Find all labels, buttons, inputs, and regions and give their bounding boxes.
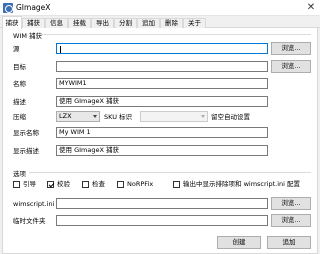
target-input[interactable] (56, 61, 268, 72)
tab-bar: 捕获 捕获 信息 挂载 导出 分割 追加 删除 关于 (0, 16, 320, 29)
source-input[interactable] (56, 43, 268, 54)
sku-label: SKU 标识 (104, 113, 133, 121)
wimscript-label: wimscript.ini (13, 200, 55, 208)
temp-folder-input[interactable] (56, 215, 268, 226)
checkbox-verify[interactable]: 校验 (47, 180, 87, 189)
checkbox-show-excludes-label: 输出中显示排除项和 wimscript.ini 配置 (183, 180, 300, 188)
tab-split[interactable]: 分割 (114, 18, 137, 28)
wimscript-input[interactable] (56, 198, 268, 209)
temp-folder-browse-button[interactable]: 浏览... (271, 214, 311, 227)
options-group-divider (29, 172, 311, 173)
wimscript-browse-button[interactable]: 浏览... (271, 197, 311, 210)
display-name-label: 显示名称 (13, 129, 39, 137)
app-icon (3, 3, 13, 13)
tab-delete[interactable]: 删除 (160, 18, 183, 28)
description-label: 描述 (13, 98, 26, 106)
display-description-label: 显示描述 (13, 147, 39, 155)
wim-group-title: WIM 捕获 (13, 32, 43, 40)
checkbox-norpfix-box[interactable] (117, 181, 124, 188)
checkbox-norpfix-label: NoRPFix (127, 180, 154, 188)
append-button[interactable]: 追加 (267, 236, 311, 249)
checkbox-check-box[interactable] (82, 181, 89, 188)
target-label: 目标 (13, 63, 26, 71)
tab-capture[interactable]: 捕获 (2, 16, 22, 29)
tab-export[interactable]: 导出 (91, 18, 114, 28)
target-browse-button[interactable]: 浏览... (271, 60, 311, 73)
display-name-input[interactable]: My WIM 1 (56, 127, 268, 138)
tab-append[interactable]: 追加 (137, 18, 160, 28)
tab-mount[interactable]: 挂载 (68, 18, 91, 28)
source-browse-button[interactable]: 浏览... (271, 42, 311, 55)
source-label: 源 (13, 45, 20, 53)
window-title: GImageX (16, 3, 51, 12)
checkbox-verify-box[interactable] (47, 181, 54, 188)
tab-apply[interactable]: 捕获 (22, 18, 45, 28)
options-group-title: 选项 (13, 170, 26, 178)
compress-label: 压缩 (13, 113, 26, 121)
name-input[interactable]: MYWIM1 (56, 78, 268, 89)
temp-folder-label: 临时文件夹 (13, 217, 46, 225)
checkbox-show-excludes[interactable]: 输出中显示排除项和 wimscript.ini 配置 (173, 180, 313, 189)
capture-panel: WIM 捕获 源 浏览... 目标 浏览... 名称 MYWIM1 描述 使用 … (2, 28, 318, 254)
close-button[interactable]: ✕ (304, 1, 318, 14)
tab-about[interactable]: 关于 (183, 18, 206, 28)
chevron-down-icon (93, 115, 97, 118)
compress-select[interactable]: LZX (56, 111, 100, 122)
checkbox-check-label: 检查 (92, 180, 105, 188)
checkbox-verify-label: 校验 (57, 180, 70, 188)
checkbox-boot-box[interactable] (13, 181, 20, 188)
description-input[interactable]: 使用 GImageX 捕获 (56, 96, 268, 107)
create-button[interactable]: 创建 (217, 236, 261, 249)
compress-value: LZX (59, 112, 72, 120)
sku-select[interactable] (140, 111, 208, 122)
tab-info[interactable]: 信息 (45, 18, 68, 28)
checkbox-boot-label: 引导 (23, 180, 36, 188)
sku-autoset-hint: 留空自动设置 (211, 113, 250, 121)
checkbox-norpfix[interactable]: NoRPFix (117, 180, 167, 189)
text-caret (60, 46, 61, 53)
wim-group-divider (39, 34, 311, 35)
chevron-down-icon (201, 115, 205, 118)
checkbox-show-excludes-box[interactable] (173, 181, 180, 188)
display-description-input[interactable]: 使用 GImageX 捕获 (56, 145, 268, 156)
name-label: 名称 (13, 80, 26, 88)
title-bar: GImageX ✕ (0, 0, 320, 16)
checkbox-check[interactable]: 检查 (82, 180, 122, 189)
